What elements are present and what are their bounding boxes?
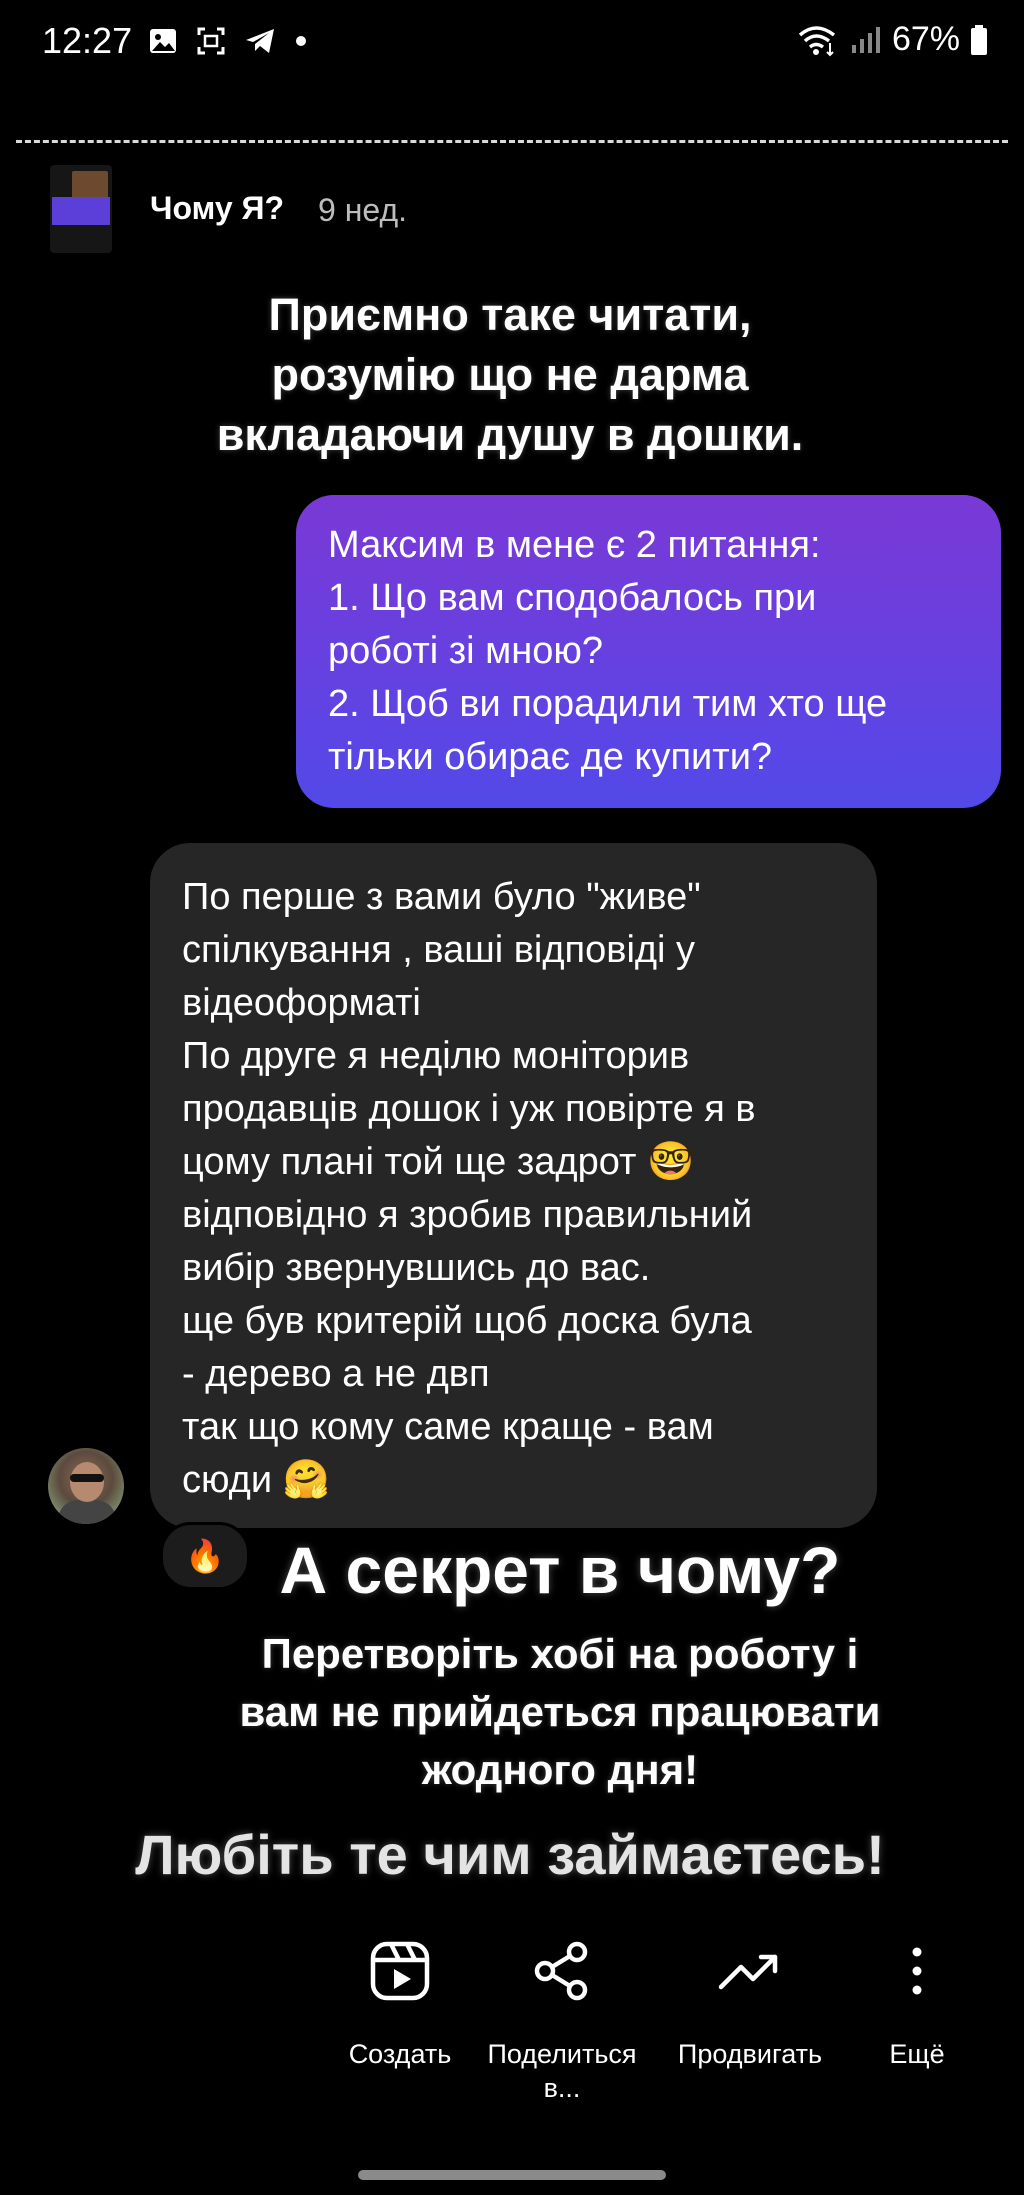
dot-icon [296, 36, 306, 46]
message-line: - дерево а не двп [182, 1353, 490, 1395]
battery-percent: 67% [891, 20, 960, 58]
share-label-line: в... [543, 2073, 581, 2103]
more-vertical-icon [912, 1947, 922, 1995]
message-line: відеоформаті [182, 982, 421, 1024]
message-line: спілкування , ваші відповіді у [182, 929, 696, 971]
message-bubble-incoming: По перше з вами було "живе" спілкування … [150, 843, 877, 1528]
reels-icon [370, 1941, 430, 2001]
message-line: так що кому саме краще - вам [182, 1406, 714, 1448]
status-right: 67% [796, 20, 988, 59]
caption-top: Приємно таке читати, розумію що не дарма… [140, 285, 880, 465]
message-line: 1. Що вам сподобалось при [328, 577, 817, 619]
message-line: тільки обирає де купити? [328, 736, 773, 778]
message-line: 2. Щоб ви порадили тим хто ще [328, 683, 888, 725]
message-line: По перше з вами було "живе" [182, 876, 701, 918]
message-line: ще був критерій щоб доска була [182, 1300, 752, 1342]
share-button[interactable]: Поделиться в... [477, 1935, 647, 2105]
avatar [48, 1448, 124, 1524]
message-line: сюди 🤗 [182, 1459, 330, 1501]
caption-hobby: Перетворіть хобі на роботу і вам не прий… [200, 1625, 920, 1799]
share-icon [534, 1941, 588, 2001]
caption-line: розумію що не дарма [271, 349, 749, 400]
reel-thumbnail[interactable] [50, 165, 112, 253]
message-line: роботі зі мною? [328, 630, 604, 672]
caption-love: Любіть те чим займаєтесь! [135, 1823, 885, 1886]
status-time: 12:27 [42, 20, 133, 61]
reel-age: 9 нед. [318, 192, 408, 228]
message-line: По друге я неділю моніторив [182, 1035, 690, 1077]
signal-icon [851, 26, 880, 53]
caption-line: Приємно таке читати, [268, 289, 752, 340]
wifi-icon [798, 25, 836, 56]
caption-line: вкладаючи душу в дошки. [216, 409, 804, 460]
promote-label: Продвигать [677, 2039, 823, 2069]
trending-up-icon [718, 1954, 778, 1990]
message-bubble-outgoing: Максим в мене є 2 питання: 1. Що вам спо… [296, 495, 1001, 808]
gallery-icon [150, 29, 176, 53]
status-notification-icons [148, 26, 308, 56]
more-button[interactable]: Ещё [832, 1935, 1002, 2071]
create-label: Создать [348, 2039, 452, 2069]
screenshot-icon [197, 27, 225, 55]
message-line: цому плані той ще задрот 🤓 [182, 1141, 695, 1183]
reel-title[interactable]: Чому Я? [150, 190, 284, 227]
promote-button[interactable]: Продвигать [665, 1935, 835, 2071]
caption-secret: А секрет в чому? [279, 1533, 841, 1607]
more-label: Ещё [889, 2039, 945, 2069]
caption-line: вам не прийдеться працювати [239, 1688, 881, 1735]
message-line: Максим в мене є 2 питання: [328, 524, 821, 566]
home-indicator[interactable] [358, 2170, 666, 2180]
telegram-icon [246, 29, 274, 53]
battery-icon [971, 24, 987, 55]
caption-line: Перетворіть хобі на роботу і [261, 1630, 859, 1677]
message-line: вибір звернувшись до вас. [182, 1247, 651, 1289]
share-label-line: Поделиться [487, 2039, 637, 2069]
divider [16, 140, 1008, 143]
share-label: Поделиться в... [477, 2037, 647, 2105]
create-button[interactable]: Создать [315, 1935, 485, 2071]
message-line: відповідно я зробив правильний [182, 1194, 753, 1236]
caption-line: жодного дня! [421, 1746, 699, 1793]
message-line: продавців дошок і уж повірте я в [182, 1088, 756, 1130]
